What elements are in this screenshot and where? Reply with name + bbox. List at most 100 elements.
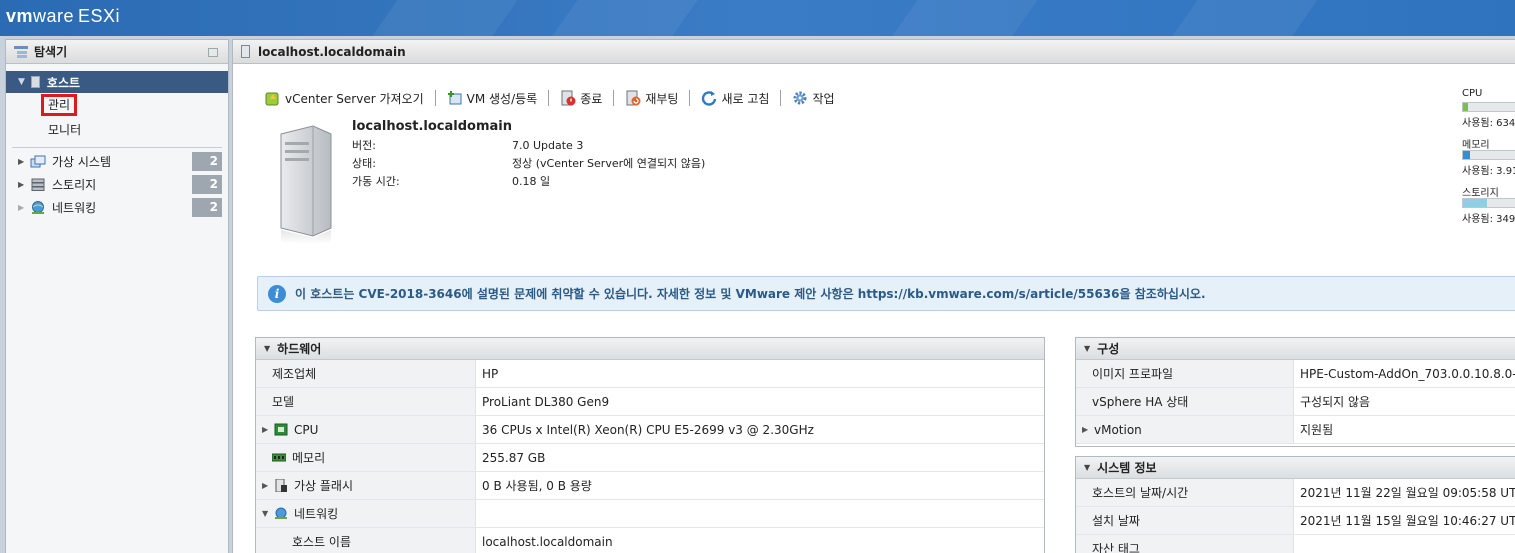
host-property-row: 버전: 7.0 Update 3 — [352, 137, 705, 155]
meter-usage: 사용됨: 3.91 — [1462, 166, 1515, 177]
nav-item-virtual-machines[interactable]: ▶ 가상 시스템 2 — [6, 150, 228, 173]
nav-item-networking[interactable]: ▶ 네트워킹 2 — [6, 196, 228, 219]
hw-row-manufacturer: 제조업체 HP — [256, 360, 1044, 388]
banner-decoration — [528, 0, 712, 36]
meter-bar — [1462, 198, 1515, 208]
nav-item-manage-label: 관리 — [41, 94, 78, 116]
row-key: vMotion — [1094, 422, 1142, 437]
cpu-icon — [274, 423, 288, 436]
nav-item-monitor[interactable]: 모니터 — [6, 117, 228, 141]
main-title: localhost.localdomain — [258, 44, 406, 59]
configuration-card: ▼ 구성 이미지 프로파일 HPE-Custom-AddOn_703.0.0.10.… — [1075, 337, 1515, 447]
row-value: 255.87 GB — [482, 450, 546, 465]
row-value: localhost.localdomain — [482, 534, 613, 549]
nav-host-label: 호스트 — [46, 75, 81, 90]
navigator-header: 탐색기 — [6, 40, 228, 64]
host-name: localhost.localdomain — [352, 119, 512, 134]
resource-meters: CPU 사용됨: 634 메모리 사용됨: 3.91 스토리지 사용됨: 349 — [1462, 88, 1515, 232]
virtual-flash-icon — [274, 478, 288, 493]
sys-row-asset-tag: 자산 태그 — [1076, 535, 1515, 553]
nav-item-monitor-label: 모니터 — [48, 122, 82, 137]
host-server-image — [279, 124, 335, 244]
collapse-triangle-icon[interactable]: ▼ — [1084, 463, 1090, 472]
property-key: 버전: — [352, 139, 376, 152]
card-title: 구성 — [1097, 342, 1120, 356]
collapse-triangle-icon[interactable]: ▼ — [1084, 344, 1090, 353]
network-icon — [274, 507, 288, 520]
system-info-card: ▼ 시스템 정보 호스트의 날짜/시간 2021년 11월 22일 월요일 09:0… — [1075, 456, 1515, 553]
reboot-button[interactable]: 재부팅 — [619, 90, 684, 107]
cfg-row-image-profile: 이미지 프로파일 HPE-Custom-AddOn_703.0.0.10.8.0-… — [1076, 360, 1515, 388]
host-properties: 버전: 7.0 Update 3 상태: 정상 (vCenter Server에 연… — [352, 137, 705, 191]
cfg-row-vmotion[interactable]: ▶ vMotion 지원됨 — [1076, 416, 1515, 444]
row-key: 호스트의 날짜/시간 — [1092, 486, 1189, 500]
row-key: 설치 날짜 — [1092, 514, 1140, 528]
storage-icon — [30, 178, 46, 192]
main-panel: localhost.localdomain vCenter Server 가져오… — [232, 39, 1515, 553]
nav-item-storage[interactable]: ▶ 스토리지 2 — [6, 173, 228, 196]
vmware-esxi-logo[interactable]: vmware ESXi — [6, 6, 120, 27]
row-key: 모델 — [272, 395, 295, 409]
host-property-row: 상태: 정상 (vCenter Server에 연결되지 않음) — [352, 155, 705, 173]
row-value: 36 CPUs x Intel(R) Xeon(R) CPU E5-2699 v… — [482, 422, 814, 437]
expand-triangle-icon[interactable]: ▶ — [18, 157, 24, 166]
alert-text[interactable]: 이 호스트는 CVE-2018-3646에 설명된 문제에 취약할 수 있습니다… — [295, 285, 1206, 302]
create-vm-icon — [447, 90, 463, 106]
nav-item-label: 스토리지 — [52, 178, 97, 192]
row-key: 제조업체 — [272, 367, 317, 381]
row-value: 2021년 11월 15일 월요일 10:46:27 UTC — [1300, 514, 1515, 528]
banner-decoration — [1148, 0, 1332, 36]
hardware-card-header[interactable]: ▼ 하드웨어 — [256, 338, 1044, 360]
collapse-triangle-icon[interactable]: ▼ — [264, 344, 270, 353]
create-register-vm-button[interactable]: VM 생성/등록 — [441, 90, 544, 107]
row-key: 이미지 프로파일 — [1092, 367, 1174, 381]
hw-row-virtual-flash[interactable]: ▶ 가상 플래시 0 B 사용됨, 0 B 용량 — [256, 472, 1044, 500]
expand-triangle-icon[interactable]: ▶ — [262, 481, 268, 490]
configuration-card-header[interactable]: ▼ 구성 — [1076, 338, 1515, 360]
row-value: 지원됨 — [1300, 423, 1334, 437]
expand-triangle-icon[interactable]: ▶ — [1082, 425, 1088, 434]
navigator-icon — [13, 45, 29, 59]
card-title: 하드웨어 — [277, 342, 322, 356]
host-toolbar: vCenter Server 가져오기 VM 생성/등록 종료 재부팅 새로 고… — [259, 88, 841, 108]
security-alert-banner: i 이 호스트는 CVE-2018-3646에 설명된 문제에 취약할 수 있습… — [257, 276, 1515, 311]
count-badge: 2 — [192, 198, 222, 217]
vcenter-icon — [265, 90, 281, 106]
row-key: 가상 플래시 — [294, 479, 354, 493]
row-key: CPU — [294, 422, 319, 437]
shutdown-button[interactable]: 종료 — [554, 90, 608, 107]
expand-triangle-icon[interactable]: ▶ — [18, 203, 24, 212]
gear-icon — [792, 90, 808, 106]
toolbar-separator — [548, 90, 550, 106]
property-key: 가동 시간: — [352, 175, 400, 188]
meter-fill — [1463, 103, 1468, 111]
nav-divider — [12, 147, 222, 148]
nav-item-label: 네트워킹 — [52, 201, 97, 215]
nav-item-manage[interactable]: 관리 — [6, 93, 228, 117]
reboot-icon — [625, 90, 641, 106]
row-value: 2021년 11월 22일 월요일 09:05:58 UTC — [1300, 486, 1515, 500]
refresh-button[interactable]: 새로 고침 — [695, 90, 775, 107]
expand-caret-icon[interactable]: ▼ — [18, 77, 25, 87]
get-vcenter-button[interactable]: vCenter Server 가져오기 — [259, 90, 430, 107]
meter-label: CPU — [1462, 88, 1483, 99]
hw-row-model: 모델 ProLiant DL380 Gen9 — [256, 388, 1044, 416]
row-key: 네트워킹 — [294, 507, 339, 521]
actions-button[interactable]: 작업 — [786, 90, 840, 107]
hardware-card: ▼ 하드웨어 제조업체 HP 모델 ProLiant DL380 Gen9 ▶ CPU 3… — [255, 337, 1045, 553]
meter-fill — [1463, 151, 1470, 159]
expand-triangle-icon[interactable]: ▶ — [262, 425, 268, 434]
main-header: localhost.localdomain — [233, 40, 1515, 64]
expand-triangle-icon[interactable]: ▶ — [18, 180, 24, 189]
toolbar-separator — [613, 90, 615, 106]
vm-icon — [30, 155, 46, 169]
memory-icon — [271, 451, 287, 464]
collapse-triangle-icon[interactable]: ▼ — [262, 509, 268, 518]
property-value: 7.0 Update 3 — [512, 139, 584, 152]
hw-row-cpu[interactable]: ▶ CPU 36 CPUs x Intel(R) Xeon(R) CPU E5-26… — [256, 416, 1044, 444]
system-info-card-header[interactable]: ▼ 시스템 정보 — [1076, 457, 1515, 479]
nav-host-item[interactable]: ▼ 호스트 — [6, 71, 228, 93]
row-value: 구성되지 않음 — [1300, 395, 1371, 409]
hw-row-networking[interactable]: ▼ 네트워킹 — [256, 500, 1044, 528]
collapse-navigator-button[interactable] — [208, 48, 218, 57]
